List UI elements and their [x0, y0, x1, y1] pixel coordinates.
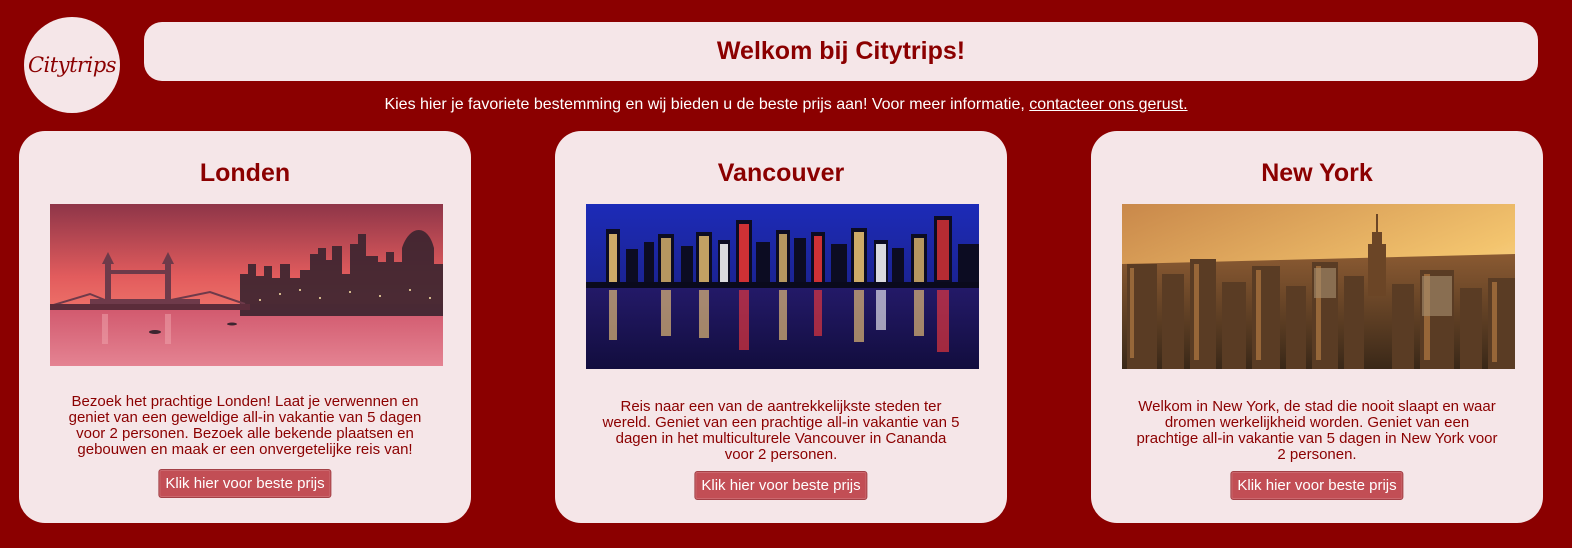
city-title: New York [1261, 159, 1373, 187]
intro-text: Kies hier je favoriete bestemming en wij… [0, 96, 1572, 114]
london-skyline-photo [50, 204, 443, 366]
city-description: Welkom in New York, de stad die nooit sl… [1136, 398, 1498, 463]
new-york-skyline-photo [1122, 204, 1515, 369]
best-price-button-new-york[interactable]: Klik hier voor beste prijs [1230, 471, 1404, 500]
city-card-londen: Londen Bezoek het prachtige Londen! Laat… [19, 131, 471, 523]
city-card-vancouver: Vancouver Reis naar een van de aantrekke… [555, 131, 1007, 523]
page-title: Welkom bij Citytrips! [716, 37, 966, 65]
city-description: Bezoek het prachtige Londen! Laat je ver… [68, 393, 422, 458]
city-card-new-york: New York Welkom in New York, de stad die… [1091, 131, 1543, 523]
contact-link[interactable]: contacteer ons gerust. [1029, 96, 1187, 113]
city-title: Londen [199, 159, 291, 187]
city-description: Reis naar een van de aantrekkelijkste st… [602, 398, 960, 463]
intro-sentence: Kies hier je favoriete bestemming en wij… [384, 96, 1030, 113]
logo-text: Citytrips [27, 53, 117, 77]
city-title: Vancouver [717, 159, 845, 187]
best-price-button-vancouver[interactable]: Klik hier voor beste prijs [694, 471, 868, 500]
header-banner: Welkom bij Citytrips! [144, 22, 1538, 81]
vancouver-skyline-photo [586, 204, 979, 369]
best-price-button-londen[interactable]: Klik hier voor beste prijs [158, 469, 332, 498]
